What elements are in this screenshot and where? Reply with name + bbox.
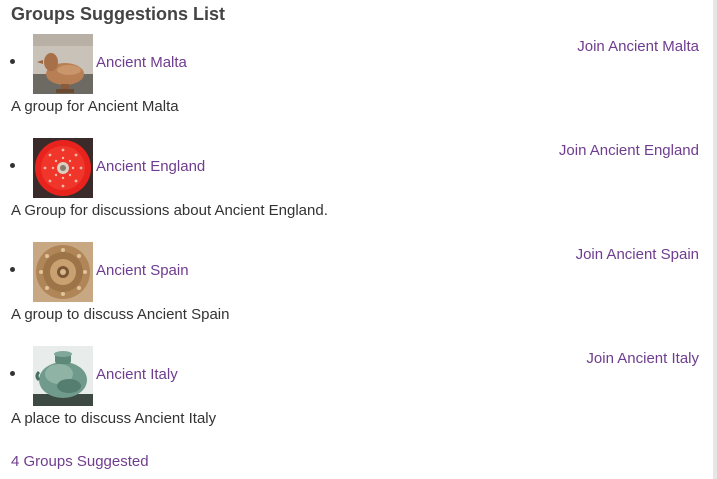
- groups-suggested-count-link[interactable]: 4 Groups Suggested: [11, 453, 149, 471]
- group-item: Join Ancient Spain Ancient Spain A group…: [0, 242, 713, 346]
- red-enamel-shield-disc-icon: [33, 138, 93, 198]
- groups-suggestions-page: Groups Suggestions List Join Ancient Mal…: [0, 0, 717, 479]
- group-thumbnail[interactable]: [33, 138, 93, 198]
- group-thumbnail[interactable]: [33, 346, 93, 406]
- join-group-link[interactable]: Join Ancient England: [559, 142, 699, 160]
- group-item: Join Ancient Malta Ancient Malta A group…: [0, 34, 713, 138]
- group-item: Join Ancient Italy Ancient Italy A place…: [0, 346, 713, 450]
- green-bronze-vessel-icon: [33, 346, 93, 406]
- bronze-ornamental-brooch-icon: [33, 242, 93, 302]
- list-bullet: [10, 371, 15, 376]
- group-description: A place to discuss Ancient Italy: [11, 410, 217, 427]
- group-description: A group to discuss Ancient Spain: [11, 306, 230, 323]
- group-name-link[interactable]: Ancient Italy: [96, 366, 178, 384]
- group-item: Join Ancient England Ancient England A G…: [0, 138, 713, 242]
- join-group-link[interactable]: Join Ancient Malta: [577, 38, 699, 56]
- clay-bird-figurine-icon: [33, 34, 93, 94]
- group-thumbnail[interactable]: [33, 34, 93, 94]
- join-group-link[interactable]: Join Ancient Spain: [576, 246, 699, 264]
- group-description: A Group for discussions about Ancient En…: [11, 202, 328, 219]
- group-name-link[interactable]: Ancient Malta: [96, 54, 187, 72]
- group-thumbnail[interactable]: [33, 242, 93, 302]
- list-bullet: [10, 59, 15, 64]
- group-description: A group for Ancient Malta: [11, 98, 179, 115]
- list-bullet: [10, 267, 15, 272]
- list-bullet: [10, 163, 15, 168]
- page-title: Groups Suggestions List: [11, 4, 226, 24]
- scrollbar-track[interactable]: [713, 0, 717, 479]
- join-group-link[interactable]: Join Ancient Italy: [586, 350, 699, 368]
- group-name-link[interactable]: Ancient England: [96, 158, 205, 176]
- group-name-link[interactable]: Ancient Spain: [96, 262, 189, 280]
